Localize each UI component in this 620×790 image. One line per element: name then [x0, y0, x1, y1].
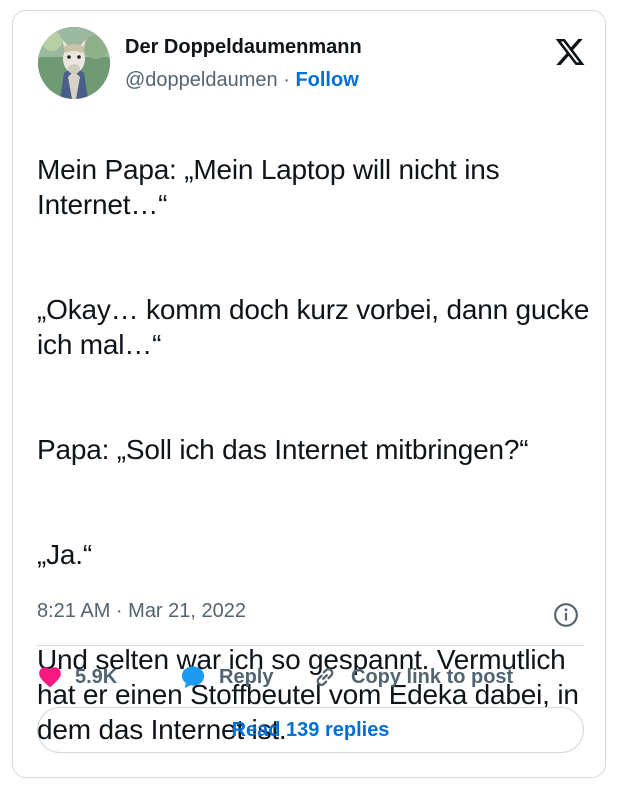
divider [37, 645, 584, 646]
separator-dot: · [283, 69, 290, 91]
tweet-paragraph: „Okay… komm doch kurz vorbei, dann gucke… [37, 294, 590, 360]
copy-link-label: Copy link to post [351, 665, 514, 688]
avatar[interactable] [38, 27, 110, 99]
like-count: 5.9K [75, 665, 118, 688]
link-icon [316, 668, 334, 686]
author-handle[interactable]: @doppeldaumen [125, 69, 278, 91]
tweet-paragraph: „Ja.“ [37, 539, 93, 570]
copy-link-button[interactable]: Copy link to post [311, 661, 513, 693]
reply-button[interactable]: Reply [179, 661, 273, 693]
tweet-paragraph: Mein Papa: „Mein Laptop will nicht ins I… [37, 154, 500, 220]
avatar-image [38, 27, 110, 99]
tweet-card: Der Doppeldaumenmann @doppeldaumen · Fol… [12, 10, 606, 778]
reply-label: Reply [219, 665, 274, 688]
info-icon[interactable] [553, 602, 579, 628]
x-logo-icon[interactable] [553, 36, 587, 68]
heart-icon [39, 667, 61, 688]
author-handle-row: @doppeldaumen · Follow [125, 69, 359, 92]
author-name[interactable]: Der Doppeldaumenmann [125, 36, 362, 59]
speech-bubble-icon [181, 666, 205, 689]
tweet-timestamp[interactable]: 8:21 AM · Mar 21, 2022 [37, 600, 246, 623]
tweet-paragraph: Papa: „Soll ich das Internet mitbringen?… [37, 434, 529, 465]
read-replies-button[interactable]: Read 139 replies [37, 707, 584, 753]
tweet-actions: 5.9K Reply Copy link to post [37, 661, 597, 693]
like-button[interactable]: 5.9K [37, 661, 117, 693]
follow-button[interactable]: Follow [295, 69, 358, 91]
